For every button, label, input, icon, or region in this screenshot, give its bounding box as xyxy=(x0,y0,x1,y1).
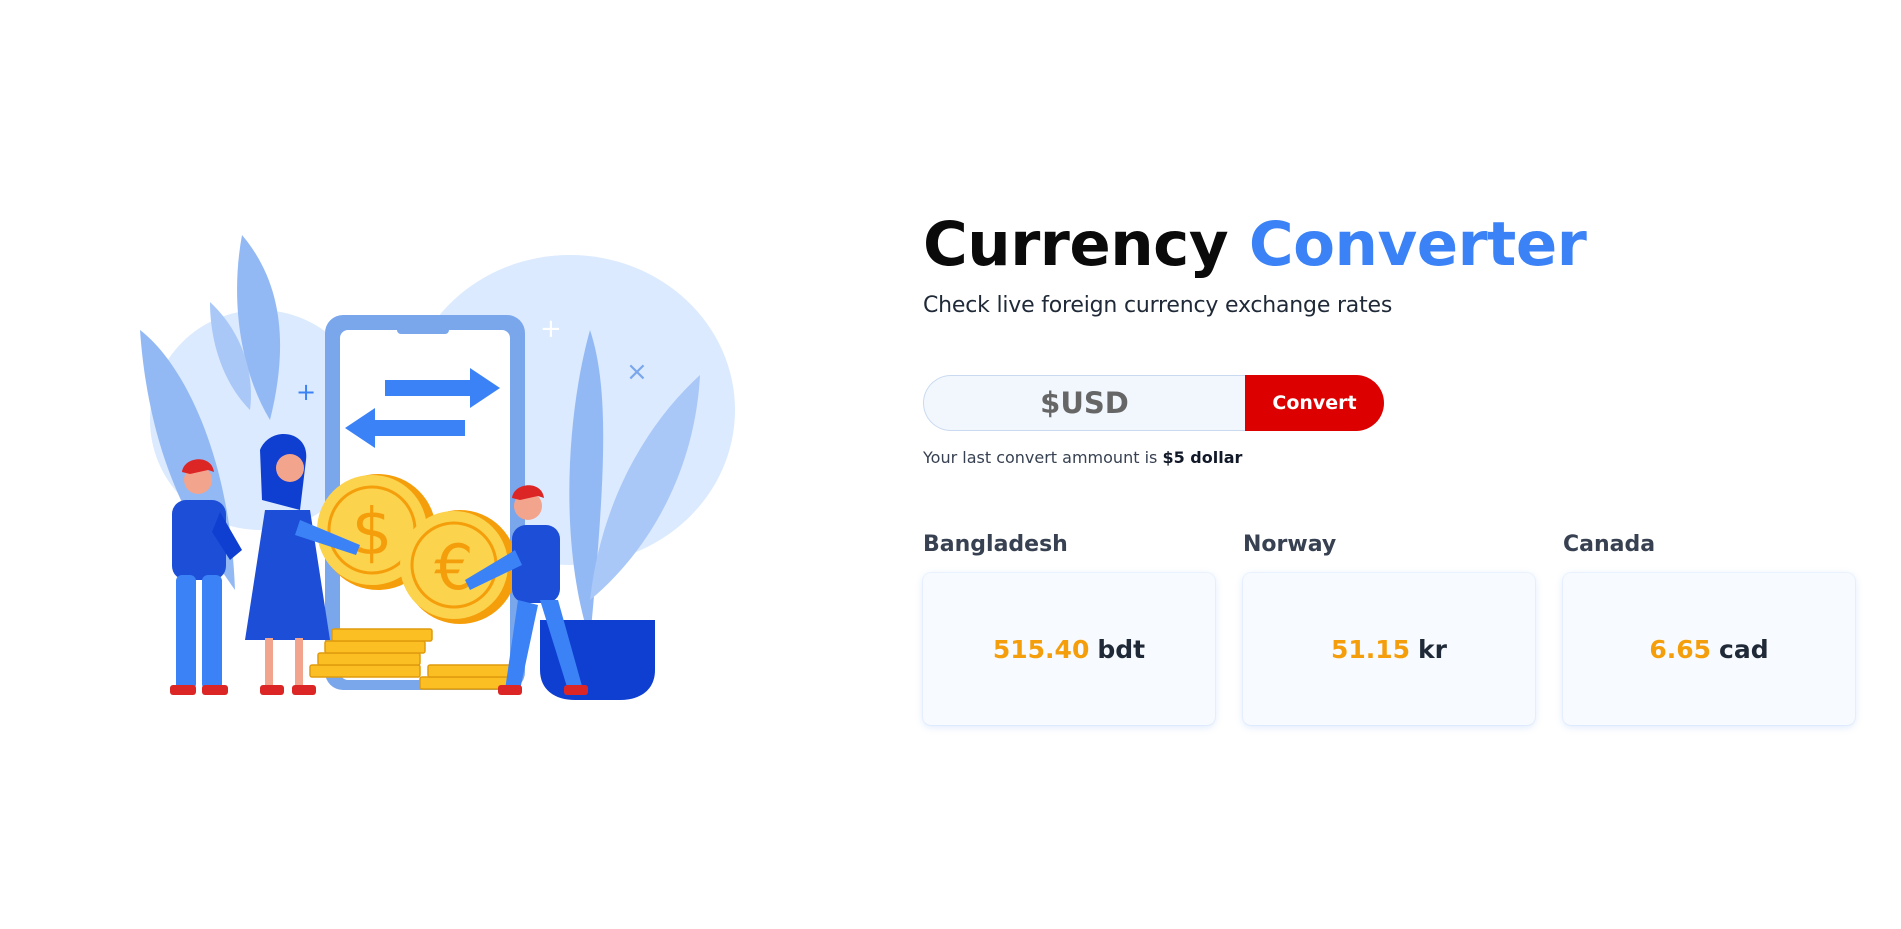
rate-unit: cad xyxy=(1719,634,1769,664)
svg-text:$: $ xyxy=(352,496,393,570)
title-main: Currency xyxy=(923,209,1229,280)
last-convert-note: Your last convert ammount is $5 dollar xyxy=(923,448,1242,467)
svg-text:€: € xyxy=(434,531,473,604)
rate-country: Bangladesh xyxy=(923,532,1068,557)
convert-button[interactable]: Convert xyxy=(1245,375,1384,431)
rate-country: Canada xyxy=(1563,532,1656,557)
converter-panel: Currency Converter Check live foreign cu… xyxy=(923,205,1863,725)
rate-card: 6.65 cad xyxy=(1563,573,1855,725)
rate-item-canada: Canada 6.65 cad xyxy=(1563,530,1855,725)
rate-country: Norway xyxy=(1243,532,1337,557)
last-convert-prefix: Your last convert ammount is xyxy=(923,448,1158,467)
plus-icon: + xyxy=(296,378,316,406)
last-convert-amount: $5 dollar xyxy=(1162,448,1243,467)
page-title: Currency Converter xyxy=(923,205,1863,285)
rate-item-norway: Norway 51.15 kr xyxy=(1243,530,1535,725)
rate-value: 51.15 xyxy=(1330,634,1411,664)
amount-input[interactable] xyxy=(923,375,1245,431)
rate-value: 515.40 xyxy=(992,634,1090,664)
rate-value: 6.65 xyxy=(1649,634,1712,664)
currency-exchange-illustration: + + × $ € xyxy=(120,220,740,700)
cross-icon: × xyxy=(626,357,648,387)
rate-unit: kr xyxy=(1418,634,1448,664)
rate-item-bangladesh: Bangladesh 515.40 bdt xyxy=(923,530,1215,725)
title-accent: Converter xyxy=(1248,209,1587,280)
rate-card: 51.15 kr xyxy=(1243,573,1535,725)
rate-card: 515.40 bdt xyxy=(923,573,1215,725)
rate-unit: bdt xyxy=(1097,634,1146,664)
convert-form: Convert xyxy=(923,375,1384,431)
plus-icon: + xyxy=(540,314,562,344)
page-subtitle: Check live foreign currency exchange rat… xyxy=(923,293,1393,318)
